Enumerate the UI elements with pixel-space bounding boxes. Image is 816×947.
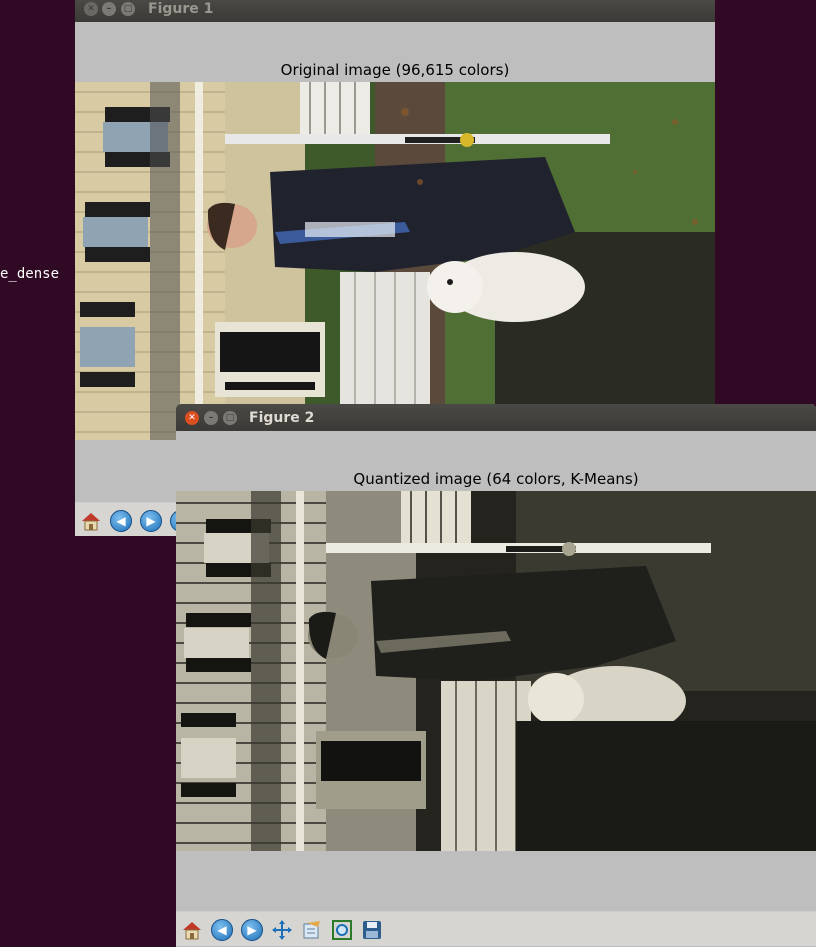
plot-title: Quantized image (64 colors, K-Means) bbox=[353, 470, 639, 488]
back-icon[interactable]: ◀ bbox=[109, 509, 133, 533]
maximize-icon[interactable]: □ bbox=[223, 411, 237, 425]
figure-2-titlebar[interactable]: ✕ – □ Figure 2 bbox=[176, 404, 816, 431]
figure-2-toolbar: ◀ ▶ bbox=[176, 911, 816, 946]
home-icon[interactable] bbox=[79, 509, 103, 533]
home-icon[interactable] bbox=[180, 918, 204, 942]
close-icon[interactable]: ✕ bbox=[84, 2, 98, 16]
save-icon[interactable] bbox=[360, 918, 384, 942]
pan-icon[interactable] bbox=[270, 918, 294, 942]
zoom-icon[interactable] bbox=[330, 918, 354, 942]
terminal-text: e_dense bbox=[0, 266, 60, 282]
close-icon[interactable]: ✕ bbox=[185, 411, 199, 425]
forward-icon[interactable]: ▶ bbox=[139, 509, 163, 533]
figure-2-window[interactable]: ✕ – □ Figure 2 Quantized image (64 color… bbox=[176, 404, 816, 947]
quantized-image bbox=[176, 491, 816, 851]
original-image bbox=[75, 82, 715, 440]
forward-icon[interactable]: ▶ bbox=[240, 918, 264, 942]
minimize-icon[interactable]: – bbox=[204, 411, 218, 425]
window-title: Figure 1 bbox=[148, 1, 214, 17]
back-icon[interactable]: ◀ bbox=[210, 918, 234, 942]
minimize-icon[interactable]: – bbox=[102, 2, 116, 16]
configure-subplots-icon[interactable] bbox=[300, 918, 324, 942]
plot-title: Original image (96,615 colors) bbox=[280, 61, 510, 79]
window-title: Figure 2 bbox=[249, 410, 315, 426]
figure-1-titlebar[interactable]: ✕ – □ Figure 1 bbox=[75, 0, 715, 22]
maximize-icon[interactable]: □ bbox=[121, 2, 135, 16]
